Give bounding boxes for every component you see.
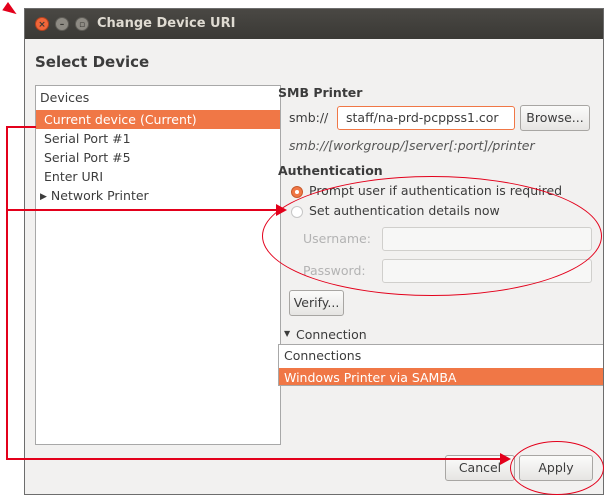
annotation-ellipse-apply bbox=[510, 441, 604, 495]
device-item-network-printer[interactable]: ▶ Network Printer bbox=[36, 186, 280, 205]
annotation-arrow-head-bottom bbox=[500, 453, 511, 465]
smb-prefix-label: smb:// bbox=[289, 110, 329, 125]
maximize-icon[interactable]: ▫ bbox=[75, 17, 89, 31]
annotation-arrow-line-bottom bbox=[6, 458, 502, 460]
connection-expander-icon[interactable]: ▼ bbox=[284, 329, 290, 338]
expander-right-icon[interactable]: ▶ bbox=[40, 188, 47, 207]
window-title: Change Device URI bbox=[97, 16, 236, 31]
annotation-arrow-line-vertical bbox=[6, 126, 8, 460]
title-bar[interactable]: × – ▫ Change Device URI bbox=[25, 9, 603, 39]
connections-list[interactable]: Connections Windows Printer via SAMBA bbox=[278, 344, 603, 386]
annotation-arrow-head-corner bbox=[2, 2, 20, 19]
device-item-serial-port-5[interactable]: Serial Port #5 bbox=[36, 148, 280, 167]
browse-button[interactable]: Browse... bbox=[520, 105, 590, 131]
device-item-label: Network Printer bbox=[50, 188, 149, 203]
connections-list-header: Connections bbox=[284, 348, 362, 363]
smb-uri-hint: smb://[workgroup/]server[:port]/printer bbox=[289, 138, 535, 153]
annotation-arrow-line-top bbox=[6, 126, 36, 128]
devices-list-header: Devices bbox=[40, 90, 90, 105]
devices-list[interactable]: Devices Current device (Current) Serial … bbox=[35, 85, 281, 445]
authentication-heading: Authentication bbox=[278, 163, 383, 178]
annotation-ellipse-auth bbox=[262, 176, 602, 296]
prompt-user-radio[interactable] bbox=[291, 186, 303, 198]
annotation-arrow-line-middle bbox=[6, 209, 278, 211]
verify-button[interactable]: Verify... bbox=[289, 290, 344, 316]
page-title: Select Device bbox=[35, 53, 150, 71]
close-icon[interactable]: × bbox=[35, 17, 49, 31]
device-item-enter-uri[interactable]: Enter URI bbox=[36, 167, 280, 186]
device-item-current[interactable]: Current device (Current) bbox=[36, 110, 280, 129]
smb-uri-input[interactable]: staff/na-prd-pcppss1.cor bbox=[337, 106, 515, 130]
minimize-icon[interactable]: – bbox=[55, 17, 69, 31]
connection-item-windows-printer-samba[interactable]: Windows Printer via SAMBA bbox=[279, 368, 603, 385]
smb-printer-heading: SMB Printer bbox=[278, 85, 363, 100]
device-item-serial-port-1[interactable]: Serial Port #1 bbox=[36, 129, 280, 148]
connection-expander-label[interactable]: Connection bbox=[296, 327, 367, 342]
